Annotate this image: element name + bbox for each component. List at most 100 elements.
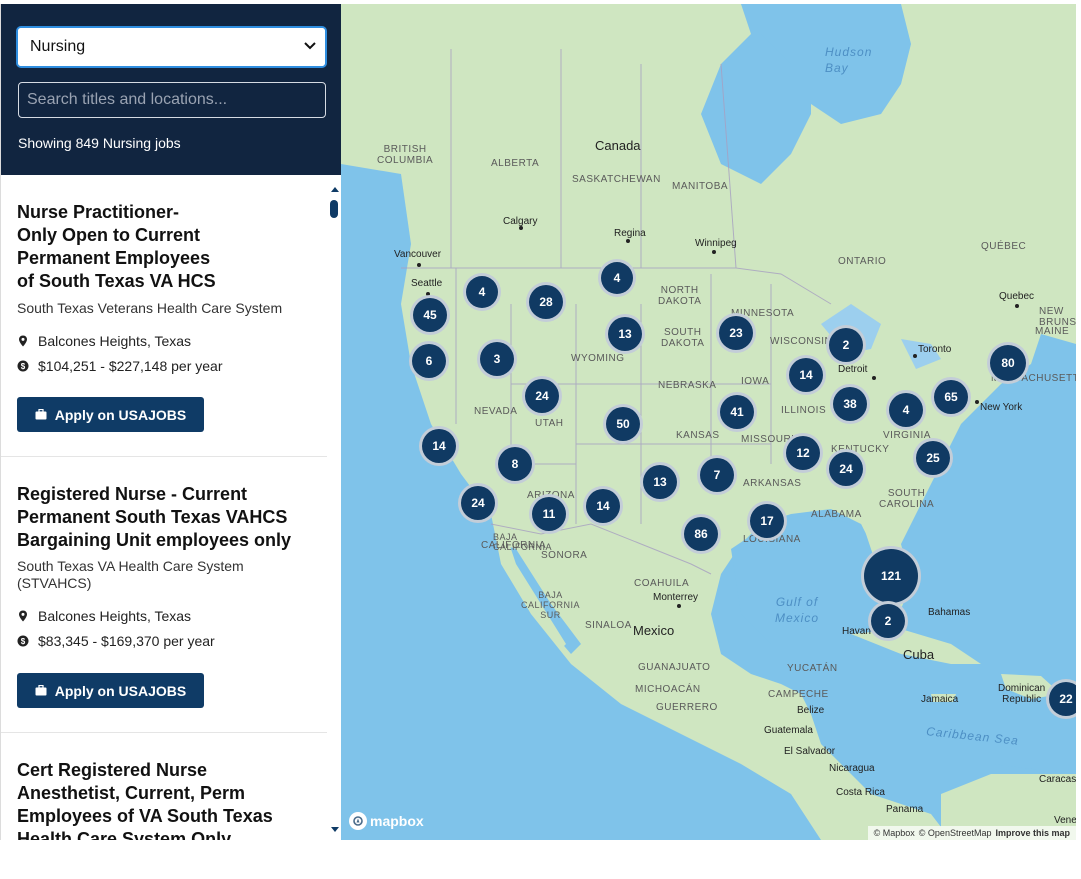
map-cluster[interactable]: 2: [868, 601, 908, 641]
label-costa-rica: Costa Rica: [836, 787, 885, 798]
map-cluster[interactable]: 4: [598, 259, 636, 297]
map-cluster[interactable]: 23: [716, 313, 756, 353]
map-cluster[interactable]: 121: [861, 546, 921, 606]
improve-map-link[interactable]: Improve this map: [995, 828, 1070, 838]
map-cluster[interactable]: 13: [640, 462, 680, 502]
map-attribution: © Mapbox © OpenStreetMap Improve this ma…: [867, 826, 1076, 840]
map-cluster[interactable]: 38: [830, 384, 870, 424]
label-panama: Panama: [886, 804, 924, 815]
job-title[interactable]: Cert Registered Nurse Anesthetist, Curre…: [17, 759, 273, 840]
label-baja-california-sur: BAJA CALIFORNIA SUR: [521, 590, 581, 620]
app: Nursing Showing 849 Nursing jobs Nurse P…: [0, 0, 1081, 879]
label-illinois: ILLINOIS: [781, 405, 827, 416]
dollar-icon: $: [17, 635, 29, 647]
attribution-osm-link[interactable]: © OpenStreetMap: [919, 828, 992, 838]
label-alabama: ALABAMA: [811, 509, 862, 520]
label-guanajuato: GUANAJUATO: [638, 662, 711, 673]
label-nicaragua: Nicaragua: [829, 763, 875, 774]
label-hudson-bay: Hudson Bay: [825, 45, 873, 75]
label-el-salvador: El Salvador: [784, 746, 836, 757]
map-cluster[interactable]: 50: [603, 404, 643, 444]
map-cluster[interactable]: 14: [786, 355, 826, 395]
job-pay: $ $104,251 - $227,148 per year: [17, 358, 222, 374]
mapbox-logo[interactable]: mapbox: [349, 812, 424, 830]
scrollbar[interactable]: [328, 175, 340, 840]
location-pin-icon: [19, 335, 27, 347]
category-select[interactable]: Nursing: [16, 26, 327, 68]
label-alberta: ALBERTA: [491, 158, 540, 169]
city-regina: Regina: [614, 228, 646, 239]
map-cluster[interactable]: 45: [410, 295, 450, 335]
attribution-mapbox-link[interactable]: © Mapbox: [874, 828, 915, 838]
label-jamaica: Jamaica: [921, 694, 959, 705]
job-location: Balcones Heights, Texas: [17, 333, 191, 349]
map-cluster[interactable]: 12: [783, 433, 823, 473]
map-cluster[interactable]: 13: [605, 314, 645, 354]
map-cluster[interactable]: 80: [987, 342, 1029, 384]
city-new-york: New York: [980, 402, 1023, 413]
mapbox-logo-icon: [349, 812, 367, 830]
label-iowa: IOWA: [741, 376, 770, 387]
job-title[interactable]: Registered Nurse - Current Permanent Sou…: [17, 483, 291, 552]
city-dot: [712, 250, 716, 254]
label-venezuela: Venez: [1054, 815, 1076, 826]
label-mexico: Mexico: [633, 623, 675, 638]
label-north-dakota: NORTH DAKOTA: [658, 285, 702, 307]
label-baja-california: BAJA CALIFORNIA: [493, 532, 553, 552]
job-pay-text: $104,251 - $227,148 per year: [38, 358, 223, 374]
category-select-value: Nursing: [30, 38, 86, 55]
svg-text:$: $: [21, 637, 26, 646]
map-cluster[interactable]: 7: [697, 455, 737, 495]
map-cluster[interactable]: 25: [913, 438, 953, 478]
scroll-up-arrow-icon[interactable]: [331, 187, 339, 192]
map-cluster[interactable]: 3: [477, 339, 517, 379]
label-british-columbia: BRITISH COLUMBIA: [377, 144, 434, 166]
chevron-down-icon: [304, 42, 316, 50]
sidebar: Nursing Showing 849 Nursing jobs Nurse P…: [0, 4, 342, 840]
map-cluster[interactable]: 4: [886, 390, 926, 430]
city-detroit: Detroit: [838, 364, 868, 375]
map-cluster[interactable]: 24: [826, 449, 866, 489]
map-cluster[interactable]: 24: [458, 483, 498, 523]
city-toronto: Toronto: [918, 344, 952, 355]
job-pay-text: $83,345 - $169,370 per year: [38, 633, 215, 649]
map-cluster[interactable]: 14: [419, 426, 459, 466]
apply-button[interactable]: Apply on USAJOBS: [17, 673, 204, 708]
scroll-down-arrow-icon[interactable]: [331, 827, 339, 832]
job-location-text: Balcones Heights, Texas: [38, 333, 192, 349]
label-new-brunswick: NEW BRUNSW: [1039, 306, 1076, 328]
filter-panel: Nursing Showing 849 Nursing jobs: [1, 4, 342, 175]
job-title[interactable]: Nurse Practitioner- Only Open to Current…: [17, 201, 216, 293]
map-cluster[interactable]: 14: [583, 486, 623, 526]
map-cluster[interactable]: 11: [529, 494, 569, 534]
city-dot: [677, 604, 681, 608]
job-list[interactable]: Nurse Practitioner- Only Open to Current…: [1, 175, 342, 840]
apply-button[interactable]: Apply on USAJOBS: [17, 397, 204, 432]
label-wyoming: WYOMING: [571, 353, 625, 364]
city-calgary: Calgary: [503, 216, 538, 227]
map-cluster[interactable]: 8: [495, 444, 535, 484]
search-input[interactable]: [18, 82, 326, 118]
map-cluster[interactable]: 86: [681, 514, 721, 554]
map-cluster[interactable]: 24: [522, 376, 562, 416]
scrollbar-thumb[interactable]: [330, 200, 338, 218]
job-location: Balcones Heights, Texas: [17, 608, 191, 624]
label-ontario: ONTARIO: [838, 256, 887, 267]
city-dot: [975, 400, 979, 404]
city-quebec: Quebec: [999, 291, 1035, 302]
map-cluster[interactable]: 28: [526, 282, 566, 322]
map-cluster[interactable]: 65: [931, 377, 971, 417]
map-cluster[interactable]: 41: [717, 392, 757, 432]
map-cluster[interactable]: 2: [826, 325, 866, 365]
label-south-carolina: SOUTH CAROLINA: [879, 488, 935, 510]
map-cluster[interactable]: 4: [463, 273, 501, 311]
label-wisconsin: WISCONSIN: [770, 336, 833, 347]
divider: [1, 456, 327, 457]
map-cluster[interactable]: 6: [409, 341, 449, 381]
apply-button-label: Apply on USAJOBS: [54, 682, 187, 699]
label-bahamas: Bahamas: [928, 607, 971, 618]
map[interactable]: Hudson Bay Canada BRITISH COLUMBIA ALBER…: [341, 4, 1076, 840]
map-cluster[interactable]: 17: [747, 501, 787, 541]
label-sinaloa: SINALOA: [585, 620, 632, 631]
job-organization: South Texas Veterans Health Care System: [17, 300, 283, 316]
